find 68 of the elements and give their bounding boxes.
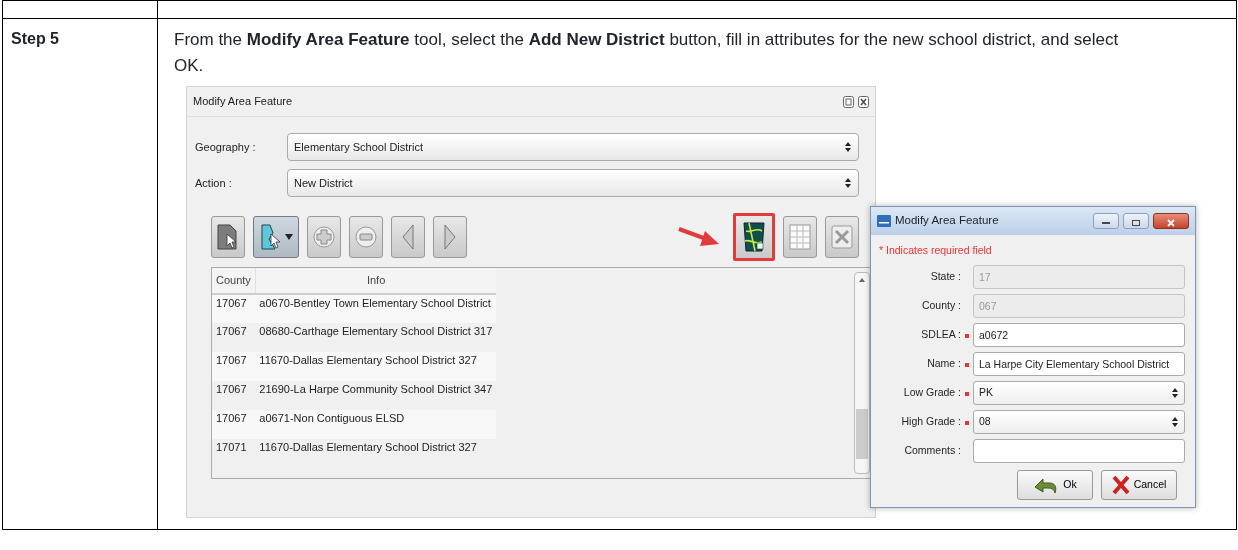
required-icon — [965, 391, 969, 396]
triangle-left-icon — [400, 223, 416, 251]
column-header[interactable]: County — [212, 268, 256, 294]
instruction-text: From the Modify Area Feature tool, select the Add New District button, fill in attributes for the new school district, and select OK. — [174, 29, 1120, 77]
table-cell: a0670-Bentley Town Elementary School District — [255, 294, 497, 323]
up-down-icon — [844, 177, 852, 189]
field-label: High Grade : — [900, 414, 961, 430]
close-icon[interactable] — [858, 95, 869, 108]
scrollbar[interactable] — [854, 272, 870, 474]
caret-icon — [285, 234, 293, 240]
app-icon — [877, 215, 891, 227]
float-icon[interactable] — [843, 95, 854, 108]
field-label: County : — [920, 298, 961, 314]
table-cell: a0671-Non Contiguous ELSD — [255, 410, 497, 439]
ok-button[interactable]: Ok — [1017, 469, 1093, 500]
x-icon — [1111, 474, 1130, 495]
arrow — [677, 225, 721, 249]
up-down-icon — [1171, 416, 1179, 429]
close-icon — [829, 222, 855, 252]
window-title: Modify Area Feature — [193, 94, 293, 110]
table-cell: 17067 — [212, 381, 256, 410]
map-icon — [741, 221, 767, 253]
tool-button[interactable] — [733, 213, 775, 261]
dropdown[interactable]: PK — [973, 381, 1185, 406]
table-cell: 17071 — [212, 439, 256, 468]
dropdown[interactable]: New District — [287, 169, 859, 197]
tool-button[interactable] — [253, 216, 299, 258]
table-cell: 17067 — [212, 410, 256, 439]
minimize-button[interactable] — [1093, 213, 1119, 229]
table-cell: 17067 — [212, 294, 256, 323]
input-field[interactable]: a0672 — [973, 323, 1185, 348]
table-cell: 11670-Dallas Elementary School District 327 — [255, 352, 497, 381]
input-field[interactable] — [973, 439, 1185, 464]
table-cell: 17067 — [212, 323, 256, 352]
dropdown[interactable]: Elementary School District — [287, 133, 859, 161]
minus-icon — [355, 226, 377, 248]
up-down-icon — [844, 141, 852, 153]
field-label: Low Grade : — [902, 385, 961, 401]
field-label: State : — [929, 269, 961, 285]
cancel-button[interactable]: Cancel — [1101, 469, 1177, 500]
field-label: Name : — [926, 356, 961, 372]
close-button[interactable] — [1153, 213, 1189, 229]
up-down-icon — [1171, 387, 1179, 400]
required-icon — [965, 420, 969, 425]
field-label: Action : — [195, 175, 233, 191]
column-header[interactable]: Info — [255, 268, 497, 294]
dialog-title: Modify Area Feature — [895, 213, 999, 229]
input-field[interactable]: La Harpe City Elementary School District — [973, 352, 1185, 377]
required-note: * Indicates required field — [879, 243, 993, 258]
maximize-button[interactable] — [1123, 213, 1149, 229]
table-cell: 08680-Carthage Elementary School District 317 — [255, 323, 497, 352]
required-icon — [965, 362, 969, 367]
field-label: SDLEA : — [920, 327, 961, 343]
table-cell: 17067 — [212, 352, 256, 381]
triangle-right-icon — [442, 223, 458, 251]
maximize-icon — [1131, 218, 1141, 227]
step-label: Step 5 — [11, 29, 60, 49]
plus-icon — [313, 226, 335, 248]
field-label: Geography : — [195, 139, 257, 155]
tool-button[interactable] — [211, 216, 245, 258]
close-icon — [1166, 218, 1176, 227]
table-cell: 11670-Dallas Elementary School District 327 — [255, 439, 497, 468]
scroll-thumb[interactable] — [856, 409, 868, 459]
table-cell: 21690-La Harpe Community School District 347 — [255, 381, 497, 410]
field-label: Comments : — [903, 443, 961, 459]
required-icon — [965, 333, 969, 338]
table-icon — [787, 222, 813, 252]
dropdown[interactable]: 08 — [973, 410, 1185, 435]
